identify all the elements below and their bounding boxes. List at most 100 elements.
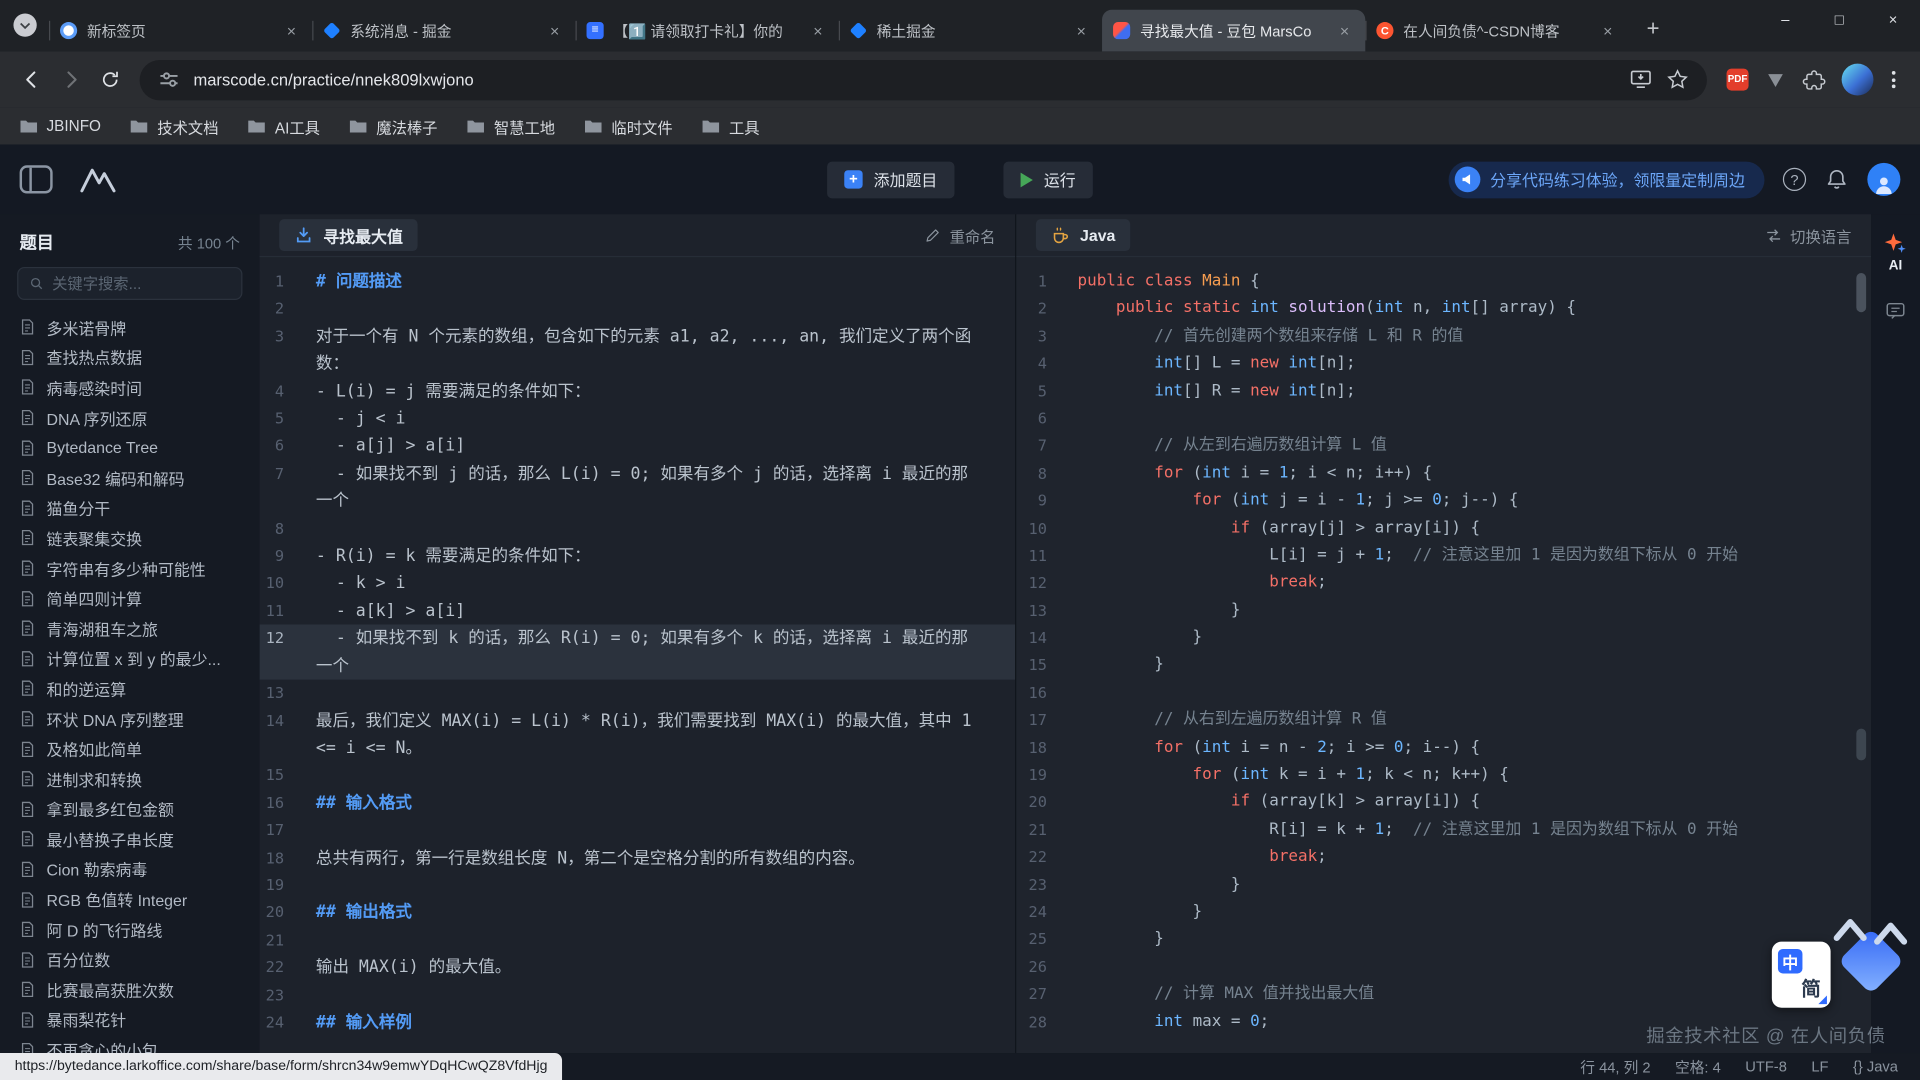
problem-list-item[interactable]: 最小替换子串长度 — [0, 824, 260, 854]
code-line[interactable]: 12 break; — [1016, 570, 1871, 597]
bookmark-folder[interactable]: 魔法棒子 — [349, 114, 437, 137]
browser-tab[interactable]: 【1️⃣ 请领取打卡礼】你的 × — [576, 10, 839, 52]
scroll-to-top-icon[interactable] — [1829, 911, 1871, 948]
rename-button[interactable]: 重命名 — [925, 223, 995, 246]
bookmark-folder[interactable]: 智慧工地 — [467, 114, 555, 137]
scrollbar-mark[interactable] — [1856, 729, 1866, 761]
code-line[interactable]: 13 } — [1016, 597, 1871, 624]
problem-list-item[interactable]: 多米诺骨牌 — [0, 312, 260, 342]
problem-list-item[interactable]: Cion 勒索病毒 — [0, 854, 260, 884]
code-line[interactable]: 25 } — [1016, 926, 1871, 953]
tab-close-icon[interactable]: × — [1335, 21, 1355, 41]
problem-list-item[interactable]: 计算位置 x 到 y 的最少... — [0, 644, 260, 674]
code-line[interactable]: 7 // 从左到右遍历数组计算 L 值 — [1016, 433, 1871, 460]
markdown-line[interactable]: 4 - L(i) = j 需要满足的条件如下： — [260, 378, 1016, 405]
markdown-line[interactable]: 14 最后，我们定义 MAX(i) = L(i) * R(i)，我们需要找到 M… — [260, 707, 1016, 762]
triangle-extension-icon[interactable] — [1764, 69, 1786, 91]
tab-close-icon[interactable]: × — [545, 21, 565, 41]
problem-list-item[interactable]: RGB 色值转 Integer — [0, 884, 260, 914]
bookmark-star-icon[interactable] — [1665, 67, 1689, 91]
status-item[interactable]: 行 44, 列 2 — [1580, 1056, 1650, 1077]
switch-language-button[interactable]: 切换语言 — [1764, 223, 1851, 246]
markdown-line[interactable]: 22 输出 MAX(i) 的最大值。 — [260, 954, 1016, 981]
search-input[interactable] — [52, 275, 230, 292]
search-box[interactable] — [17, 267, 242, 300]
markdown-line[interactable]: 10 - k > i — [260, 570, 1016, 597]
problem-list-item[interactable]: 链表聚集交换 — [0, 523, 260, 553]
translate-widget[interactable]: 中 简 — [1772, 942, 1831, 1008]
markdown-line[interactable]: 24 ## 输入样例 — [260, 1009, 1016, 1036]
problem-list-item[interactable]: 病毒感染时间 — [0, 372, 260, 402]
problem-list-item[interactable]: 查找热点数据 — [0, 342, 260, 372]
code-line[interactable]: 11 L[i] = j + 1; // 注意这里加 1 是因为数组下标从 0 开… — [1016, 542, 1871, 569]
problem-list-item[interactable]: 暴雨梨花针 — [0, 1005, 260, 1035]
problem-list-item[interactable]: 进制求和转换 — [0, 764, 260, 794]
problem-list-item[interactable]: 环状 DNA 序列整理 — [0, 704, 260, 734]
problem-title-chip[interactable]: 寻找最大值 — [279, 219, 417, 251]
problem-list-item[interactable]: DNA 序列还原 — [0, 403, 260, 433]
bookmark-folder[interactable]: JBINFO — [20, 118, 101, 135]
run-button[interactable]: 运行 — [1003, 161, 1092, 198]
bookmark-folder[interactable]: 工具 — [702, 114, 760, 137]
tab-close-icon[interactable]: × — [282, 21, 302, 41]
tab-close-icon[interactable]: × — [808, 21, 828, 41]
browser-menu-icon[interactable] — [1889, 69, 1898, 91]
code-line[interactable]: 19 for (int k = i + 1; k < n; k++) { — [1016, 762, 1871, 789]
problem-list-item[interactable]: 和的逆运算 — [0, 674, 260, 704]
user-avatar[interactable] — [1867, 163, 1900, 196]
extensions-puzzle-icon[interactable] — [1802, 68, 1825, 91]
problem-list-item[interactable]: 拿到最多红包金额 — [0, 794, 260, 824]
problem-list-item[interactable]: 猫鱼分干 — [0, 493, 260, 523]
code-line[interactable]: 10 if (array[j] > array[i]) { — [1016, 515, 1871, 542]
markdown-line[interactable]: 2 — [260, 296, 1016, 323]
problem-list-item[interactable]: Base32 编码和解码 — [0, 463, 260, 493]
markdown-line[interactable]: 12 - 如果找不到 k 的话，那么 R(i) = 0; 如果有多个 k 的话，… — [260, 625, 1016, 680]
markdown-line[interactable]: 16 ## 输入格式 — [260, 789, 1016, 816]
code-line[interactable]: 3 // 首先创建两个数组来存储 L 和 R 的值 — [1016, 323, 1871, 350]
browser-tab[interactable]: 系统消息 - 掘金 × — [312, 10, 575, 52]
code-line[interactable]: 6 — [1016, 405, 1871, 432]
markdown-line[interactable]: 20 ## 输出格式 — [260, 899, 1016, 926]
problem-list-item[interactable]: 不再贪心的小包 — [0, 1035, 260, 1053]
code-line[interactable]: 21 R[i] = k + 1; // 注意这里加 1 是因为数组下标从 0 开… — [1016, 817, 1871, 844]
code-editor[interactable]: 1 public class Main { 2 public static in… — [1016, 257, 1871, 1053]
bookmark-folder[interactable]: AI工具 — [248, 114, 320, 137]
language-chip[interactable]: Java — [1036, 219, 1130, 251]
new-tab-button[interactable]: + — [1636, 11, 1670, 45]
code-line[interactable]: 17 // 从右到左遍历数组计算 R 值 — [1016, 707, 1871, 734]
ai-assistant-button[interactable]: AI — [1883, 231, 1907, 273]
bookmark-folder[interactable]: 临时文件 — [584, 114, 672, 137]
markdown-line[interactable]: 3 对于一个有 N 个元素的数组，包含如下的元素 a1, a2, ..., an… — [260, 323, 1016, 378]
problem-list-item[interactable]: 百分位数 — [0, 945, 260, 975]
code-line[interactable]: 22 break; — [1016, 844, 1871, 871]
status-item[interactable]: UTF-8 — [1745, 1058, 1787, 1075]
markdown-line[interactable]: 9 - R(i) = k 需要满足的条件如下： — [260, 543, 1016, 570]
notification-bell-icon[interactable] — [1824, 167, 1848, 191]
add-problem-button[interactable]: + 添加题目 — [827, 161, 954, 198]
help-button[interactable]: ? — [1783, 168, 1806, 191]
code-line[interactable]: 24 } — [1016, 899, 1871, 926]
code-line[interactable]: 14 } — [1016, 625, 1871, 652]
code-line[interactable]: 1 public class Main { — [1016, 268, 1871, 295]
browser-profile-avatar[interactable] — [1842, 64, 1874, 96]
code-line[interactable]: 5 int[] R = new int[n]; — [1016, 378, 1871, 405]
code-line[interactable]: 8 for (int i = 1; i < n; i++) { — [1016, 460, 1871, 487]
sidebar-toggle-button[interactable] — [20, 165, 53, 193]
markdown-line[interactable]: 8 — [260, 515, 1016, 542]
site-settings-icon[interactable] — [157, 67, 181, 91]
bookmark-folder[interactable]: 技术文档 — [130, 114, 218, 137]
problem-list-item[interactable]: 字符串有多少种可能性 — [0, 553, 260, 583]
markdown-line[interactable]: 21 — [260, 927, 1016, 954]
markdown-line[interactable]: 17 — [260, 817, 1016, 844]
code-line[interactable]: 18 for (int i = n - 2; i >= 0; i--) { — [1016, 734, 1871, 761]
browser-tab[interactable]: 在人间负债^-CSDN博客 × — [1365, 10, 1628, 52]
promo-banner[interactable]: 分享代码练习体验，领限量定制周边 — [1449, 161, 1765, 198]
tab-close-icon[interactable]: × — [1071, 21, 1091, 41]
maximize-button[interactable]: □ — [1812, 0, 1866, 39]
code-line[interactable]: 2 public static int solution(int n, int[… — [1016, 296, 1871, 323]
problem-list-item[interactable]: 阿 D 的飞行路线 — [0, 915, 260, 945]
address-bar[interactable]: marscode.cn/practice/nnek809lxwjono — [140, 59, 1707, 99]
browser-tab[interactable]: 稀土掘金 × — [839, 10, 1102, 52]
scrollbar-thumb[interactable] — [1856, 273, 1866, 312]
markdown-line[interactable]: 1 # 问题描述 — [260, 268, 1016, 295]
